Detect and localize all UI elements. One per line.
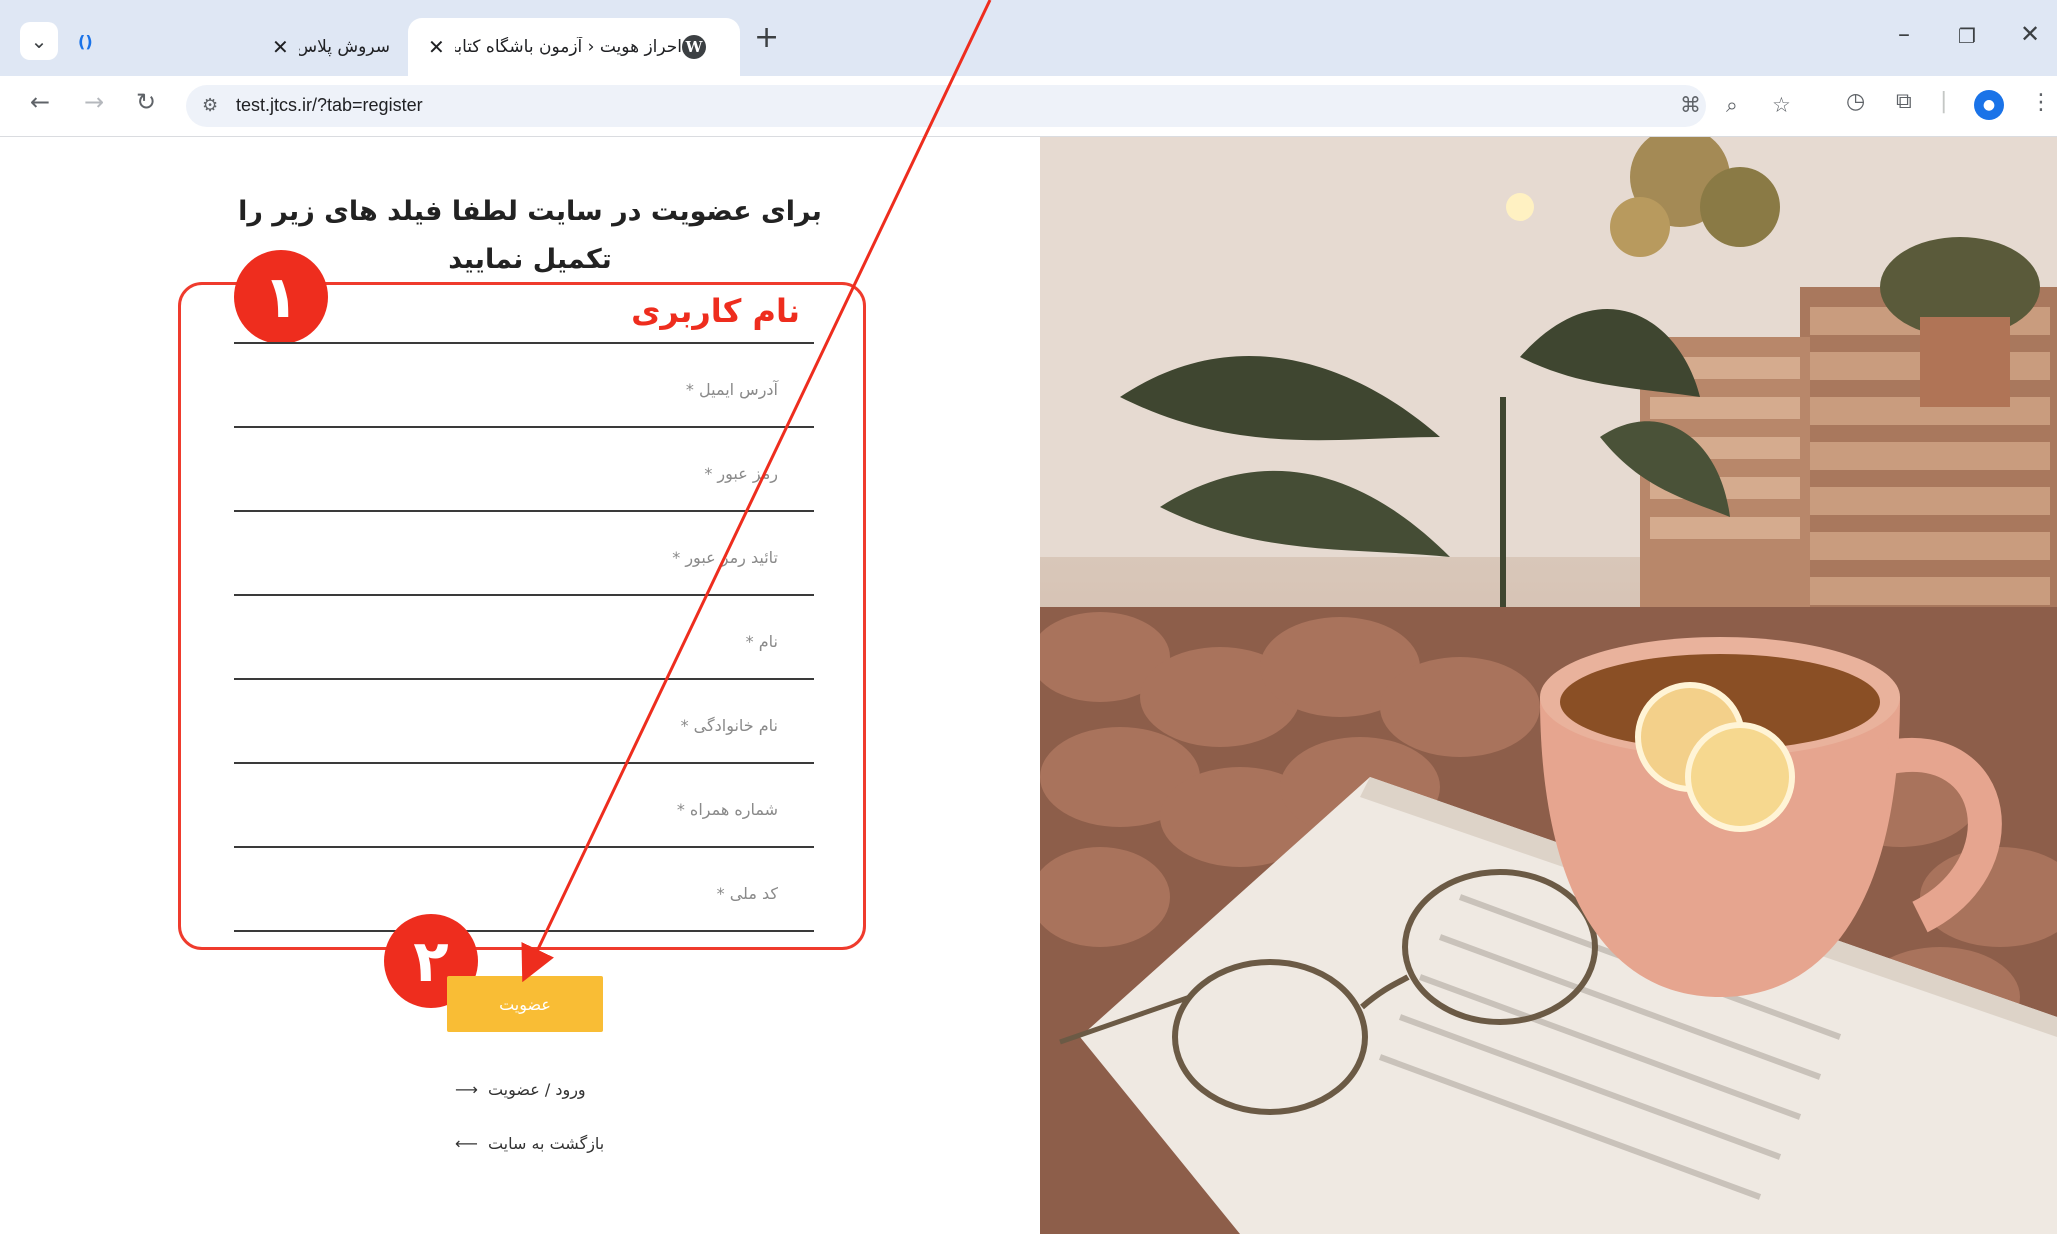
window-close-icon[interactable]: ✕: [2020, 20, 2040, 48]
pinned-tab[interactable]: (): [70, 22, 108, 60]
app-icon: (): [78, 32, 93, 51]
restore-icon[interactable]: ❐: [1958, 24, 1976, 48]
translate-icon[interactable]: ⌘: [1680, 93, 1701, 117]
arrow-right-icon: ⟶: [455, 1080, 478, 1099]
field-label: شماره همراه *: [676, 800, 778, 819]
hero-image: [1040, 137, 2057, 1234]
arrow-left-icon: ⟵: [455, 1134, 478, 1153]
back-arrow-icon[interactable]: ←: [30, 88, 50, 116]
field-label: کد ملی *: [716, 884, 778, 903]
field-label: آدرس ایمیل *: [685, 380, 778, 399]
field-label: نام خانوادگی *: [680, 716, 778, 735]
tab-soroush[interactable]: سروش پلاس ✕: [258, 18, 404, 76]
field-label: نام *: [745, 632, 778, 651]
profile-avatar[interactable]: ●: [1974, 90, 2004, 120]
last-name-field[interactable]: نام خانوادگی *: [234, 684, 814, 764]
toolbar-divider: |: [1940, 89, 1948, 114]
url-text: test.jtcs.ir/?tab=register: [236, 95, 423, 115]
site-settings-icon[interactable]: ⚙: [202, 95, 218, 116]
extensions-icon[interactable]: ⧉: [1896, 89, 1912, 114]
svg-text:(): (): [78, 32, 93, 51]
reload-icon[interactable]: ↻: [136, 88, 156, 116]
new-tab-button[interactable]: +: [754, 20, 779, 55]
tea-book-illustration: [1040, 137, 2057, 1234]
chevron-down-icon: ⌄: [30, 29, 48, 53]
field-label: تائید رمز عبور *: [672, 548, 778, 567]
tab-register[interactable]: W احراز هویت ‹ آزمون باشگاه کتابخوانی ..…: [408, 18, 740, 76]
zoom-icon[interactable]: ⌕: [1726, 93, 1738, 118]
wordpress-icon: W: [682, 35, 706, 59]
tab-title: سروش پلاس: [298, 37, 390, 57]
mobile-field[interactable]: شماره همراه *: [234, 768, 814, 848]
email-field[interactable]: آدرس ایمیل *: [234, 348, 814, 428]
history-icon[interactable]: ◷: [1846, 89, 1865, 114]
bookmark-star-icon[interactable]: ☆: [1772, 93, 1791, 117]
password-field[interactable]: رمز عبور *: [234, 432, 814, 512]
link-label: ورود / عضویت: [487, 1080, 586, 1099]
first-name-field[interactable]: نام *: [234, 600, 814, 680]
tab-title: احراز هویت ‹ آزمون باشگاه کتابخوانی ...: [455, 37, 682, 57]
close-icon[interactable]: ✕: [428, 35, 445, 59]
tab-search-button[interactable]: ⌄: [20, 22, 58, 60]
confirm-password-field[interactable]: تائید رمز عبور *: [234, 516, 814, 596]
browser-toolbar: ← → ↻ ⚙ test.jtcs.ir/?tab=register ⌘ ⌕ ☆…: [0, 76, 2057, 137]
national-code-field[interactable]: کد ملی *: [234, 852, 814, 932]
register-submit-button[interactable]: عضویت: [447, 976, 603, 1032]
tab-bar: ⌄ () سروش پلاس ✕ W احراز هویت ‹ آزمون با…: [0, 0, 2057, 76]
minimize-icon[interactable]: –: [1898, 20, 1910, 48]
close-icon[interactable]: ✕: [272, 35, 289, 59]
menu-kebab-icon[interactable]: ⋮: [2030, 90, 2052, 115]
field-label: رمز عبور *: [704, 464, 778, 483]
link-label: بازگشت به سایت: [487, 1134, 605, 1153]
login-register-link[interactable]: ورود / عضویت ⟶: [455, 1080, 586, 1099]
address-bar[interactable]: ⚙ test.jtcs.ir/?tab=register ⌘ ⌕ ☆: [186, 85, 1791, 127]
back-to-site-link[interactable]: بازگشت به سایت ⟵: [455, 1134, 604, 1153]
username-field[interactable]: [234, 264, 814, 344]
forward-arrow-icon[interactable]: →: [84, 88, 104, 116]
